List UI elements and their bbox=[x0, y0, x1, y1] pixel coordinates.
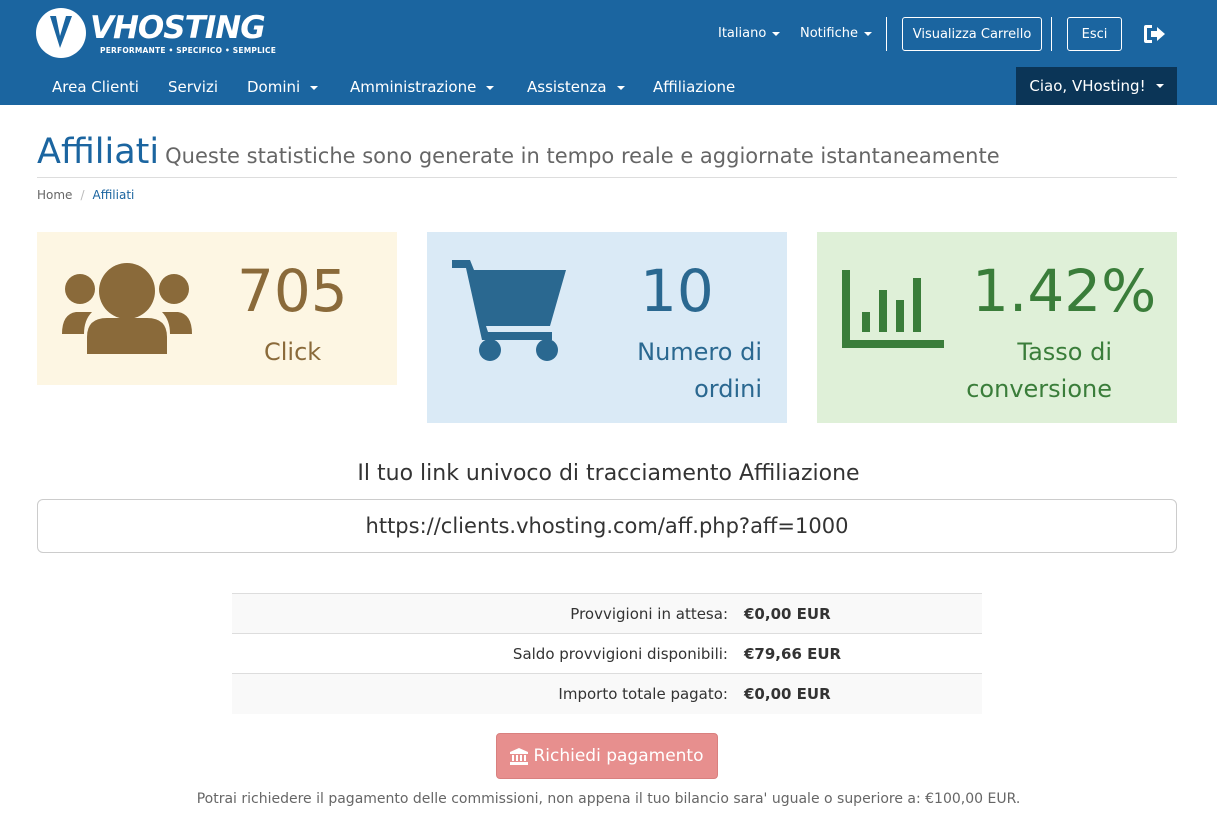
notifications-label: Notifiche bbox=[800, 26, 858, 41]
pending-commission-label: Provvigioni in attesa: bbox=[232, 593, 744, 634]
breadcrumb-home[interactable]: Home bbox=[37, 188, 72, 202]
total-paid-label: Importo totale pagato: bbox=[232, 673, 744, 714]
view-cart-button[interactable]: Visualizza Carrello bbox=[902, 17, 1042, 51]
title-divider bbox=[37, 177, 1177, 178]
clicks-value: 705 bbox=[237, 257, 348, 325]
header-divider bbox=[1051, 17, 1052, 51]
orders-label: Numero di ordini bbox=[637, 338, 762, 403]
users-icon bbox=[62, 263, 192, 354]
nav-assistenza-label: Assistenza bbox=[527, 78, 607, 96]
nav-assistenza[interactable]: Assistenza bbox=[527, 78, 625, 96]
table-row: Saldo provvigioni disponibili: €79,66 EU… bbox=[232, 633, 982, 674]
stat-card-conversion: 1.42% Tasso di conversione bbox=[817, 232, 1177, 423]
brand-tagline: PERFORMANTE • SPECIFICO • SEMPLICE bbox=[100, 46, 277, 55]
nav-domini[interactable]: Domini bbox=[247, 78, 319, 96]
pending-commission-value: €0,00 EUR bbox=[744, 593, 982, 634]
caret-down-icon bbox=[616, 85, 625, 90]
caret-down-icon bbox=[863, 31, 872, 36]
breadcrumb: Home / Affiliati bbox=[37, 188, 134, 202]
caret-down-icon bbox=[1155, 84, 1164, 88]
table-row: Importo totale pagato: €0,00 EUR bbox=[232, 673, 982, 714]
clicks-label: Click bbox=[264, 338, 322, 366]
logout-button[interactable]: Esci bbox=[1067, 17, 1122, 51]
request-payment-label: Richiedi pagamento bbox=[533, 746, 704, 766]
vhosting-logo[interactable]: VHOSTING PERFORMANTE • SPECIFICO • SEMPL… bbox=[36, 8, 276, 58]
orders-value: 10 bbox=[640, 257, 714, 325]
sign-out-icon[interactable] bbox=[1142, 24, 1166, 44]
nav-amministrazione[interactable]: Amministrazione bbox=[350, 78, 495, 96]
logo-v-icon bbox=[36, 8, 86, 58]
page-title-main: Affiliati bbox=[37, 132, 160, 172]
total-paid-value: €0,00 EUR bbox=[744, 673, 982, 714]
caret-down-icon bbox=[772, 31, 781, 36]
available-balance-value: €79,66 EUR bbox=[744, 633, 982, 674]
nav-affiliazione[interactable]: Affiliazione bbox=[653, 78, 735, 96]
user-menu[interactable]: Ciao, VHosting! bbox=[1016, 67, 1177, 105]
site-header: VHOSTING PERFORMANTE • SPECIFICO • SEMPL… bbox=[0, 0, 1217, 105]
user-greeting: Ciao, VHosting! bbox=[1029, 77, 1146, 95]
payout-threshold-note: Potrai richiedere il pagamento delle com… bbox=[196, 791, 1021, 807]
table-row: Provvigioni in attesa: €0,00 EUR bbox=[232, 593, 982, 634]
header-divider bbox=[886, 17, 887, 51]
nav-servizi[interactable]: Servizi bbox=[168, 78, 218, 96]
language-label: Italiano bbox=[718, 26, 767, 41]
page-title: Affiliati Queste statistiche sono generat… bbox=[37, 132, 1000, 172]
available-balance-label: Saldo provvigioni disponibili: bbox=[232, 633, 744, 674]
conversion-label: Tasso di conversione bbox=[966, 338, 1112, 403]
nav-area-clienti[interactable]: Area Clienti bbox=[52, 78, 139, 96]
page-subtitle: Queste statistiche sono generate in temp… bbox=[165, 144, 1000, 168]
caret-down-icon bbox=[310, 85, 319, 90]
commission-table: Provvigioni in attesa: €0,00 EUR Saldo p… bbox=[232, 593, 982, 714]
referral-link-heading: Il tuo link univoco di tracciamento Affi… bbox=[357, 461, 860, 486]
bank-icon bbox=[510, 747, 529, 765]
nav-domini-label: Domini bbox=[247, 78, 301, 96]
notifications-menu[interactable]: Notifiche bbox=[800, 26, 872, 41]
brand-name: VHOSTING bbox=[90, 10, 266, 46]
shopping-cart-icon bbox=[452, 260, 566, 361]
stat-card-orders: 10 Numero di ordini bbox=[427, 232, 787, 423]
caret-down-icon bbox=[486, 85, 495, 90]
referral-link-field[interactable] bbox=[37, 499, 1177, 553]
nav-amministrazione-label: Amministrazione bbox=[350, 78, 477, 96]
breadcrumb-current: Affiliati bbox=[92, 188, 135, 202]
request-payment-button[interactable]: Richiedi pagamento bbox=[496, 733, 718, 779]
language-selector[interactable]: Italiano bbox=[718, 26, 781, 41]
breadcrumb-separator: / bbox=[80, 188, 85, 202]
conversion-value: 1.42% bbox=[972, 257, 1157, 325]
stat-card-clicks: 705 Click bbox=[37, 232, 397, 385]
